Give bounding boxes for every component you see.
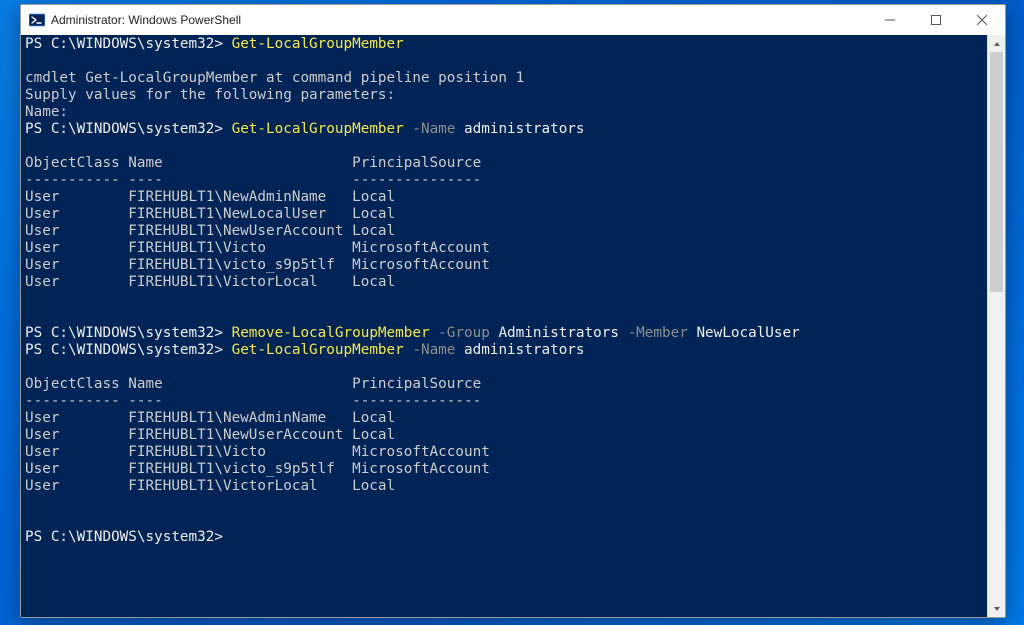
table-rule: ----------- ---- --------------- bbox=[25, 393, 481, 409]
table-row: User FIREHUBLT1\NewAdminName Local bbox=[25, 189, 395, 205]
output-line: cmdlet Get-LocalGroupMember at command p… bbox=[25, 70, 524, 86]
table-header: ObjectClass Name PrincipalSource bbox=[25, 376, 481, 392]
argument: Administrators bbox=[498, 325, 619, 341]
prompt: PS C:\WINDOWS\system32> bbox=[25, 121, 232, 137]
prompt: PS C:\WINDOWS\system32> bbox=[25, 342, 232, 358]
table-header: ObjectClass Name PrincipalSource bbox=[25, 155, 481, 171]
prompt: PS C:\WINDOWS\system32> bbox=[25, 529, 232, 545]
table-row: User FIREHUBLT1\victo_s9p5tlf MicrosoftA… bbox=[25, 257, 490, 273]
prompt: PS C:\WINDOWS\system32> bbox=[25, 36, 232, 52]
scrollbar-thumb[interactable] bbox=[990, 52, 1003, 292]
scroll-down-button[interactable] bbox=[988, 600, 1005, 617]
output-line: Supply values for the following paramete… bbox=[25, 87, 395, 103]
terminal-output[interactable]: PS C:\WINDOWS\system32> Get-LocalGroupMe… bbox=[21, 35, 987, 617]
table-row: User FIREHUBLT1\victo_s9p5tlf MicrosoftA… bbox=[25, 461, 490, 477]
cmdlet: Get-LocalGroupMember bbox=[232, 36, 404, 52]
maximize-button[interactable] bbox=[913, 5, 959, 35]
close-button[interactable] bbox=[959, 5, 1005, 35]
parameter: -Member bbox=[619, 325, 696, 341]
prompt: PS C:\WINDOWS\system32> bbox=[25, 325, 232, 341]
window-title: Administrator: Windows PowerShell bbox=[51, 13, 241, 27]
titlebar[interactable]: Administrator: Windows PowerShell bbox=[21, 5, 1005, 35]
powershell-window: Administrator: Windows PowerShell PS C:\… bbox=[20, 4, 1006, 618]
scroll-up-button[interactable] bbox=[988, 35, 1005, 52]
vertical-scrollbar[interactable] bbox=[987, 35, 1005, 617]
client-area: PS C:\WINDOWS\system32> Get-LocalGroupMe… bbox=[21, 35, 1005, 617]
minimize-button[interactable] bbox=[867, 5, 913, 35]
table-row: User FIREHUBLT1\VictorLocal Local bbox=[25, 274, 395, 290]
output-line: Name: bbox=[25, 104, 68, 120]
table-rule: ----------- ---- --------------- bbox=[25, 172, 481, 188]
cmdlet: Remove-LocalGroupMember bbox=[232, 325, 430, 341]
parameter: -Group bbox=[430, 325, 499, 341]
table-row: User FIREHUBLT1\NewUserAccount Local bbox=[25, 223, 395, 239]
table-row: User FIREHUBLT1\Victo MicrosoftAccount bbox=[25, 444, 490, 460]
argument: NewLocalUser bbox=[696, 325, 799, 341]
table-row: User FIREHUBLT1\NewAdminName Local bbox=[25, 410, 395, 426]
table-row: User FIREHUBLT1\Victo MicrosoftAccount bbox=[25, 240, 490, 256]
argument: administrators bbox=[464, 342, 585, 358]
table-row: User FIREHUBLT1\VictorLocal Local bbox=[25, 478, 395, 494]
parameter: -Name bbox=[404, 342, 464, 358]
cmdlet: Get-LocalGroupMember bbox=[232, 121, 404, 137]
argument: administrators bbox=[464, 121, 585, 137]
table-row: User FIREHUBLT1\NewUserAccount Local bbox=[25, 427, 395, 443]
table-row: User FIREHUBLT1\NewLocalUser Local bbox=[25, 206, 395, 222]
cmdlet: Get-LocalGroupMember bbox=[232, 342, 404, 358]
powershell-icon bbox=[29, 12, 45, 28]
parameter: -Name bbox=[404, 121, 464, 137]
